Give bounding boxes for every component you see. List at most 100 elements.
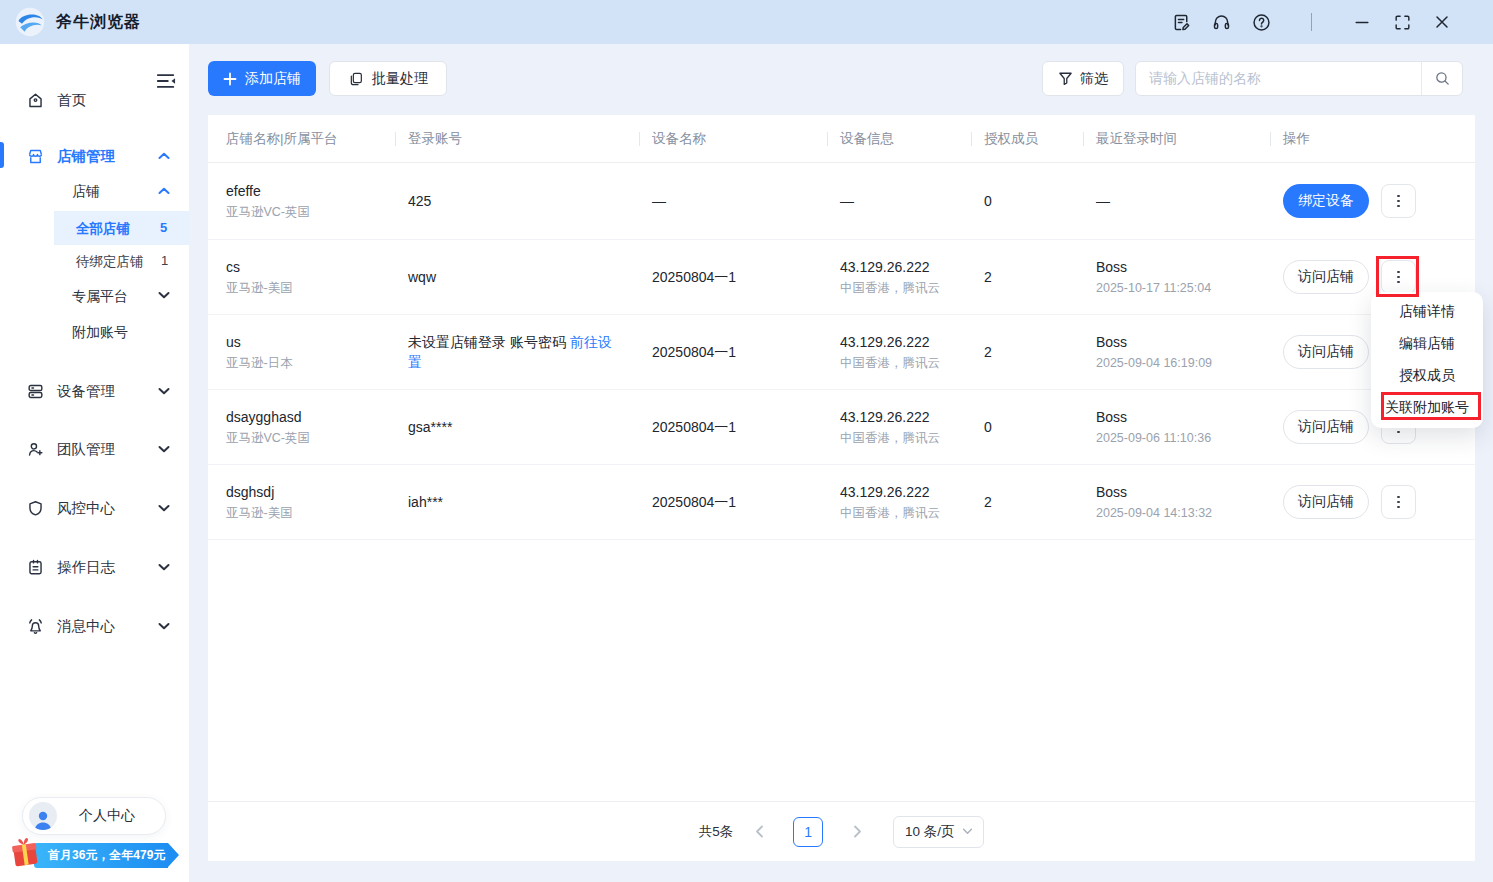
next-page-button[interactable] <box>847 825 867 838</box>
sidebar-item-op-logs[interactable]: 操作日志 <box>0 549 189 585</box>
device-ip: — <box>840 191 970 211</box>
menu-item-authorized-members[interactable]: 授权成员 <box>1371 360 1483 392</box>
store-platform: 亚马逊-美国 <box>226 280 394 298</box>
sidebar-item-label: 操作日志 <box>57 558 115 577</box>
page-number-button[interactable]: 1 <box>793 817 823 847</box>
col-header-name-platform: 店铺名称|所属平台 <box>226 130 408 148</box>
sidebar-item-label: 店铺管理 <box>57 147 115 166</box>
app-title: 斧牛浏览器 <box>56 12 141 33</box>
support-headset-icon[interactable] <box>1201 0 1241 44</box>
visit-store-button[interactable]: 访问店铺 <box>1283 335 1369 369</box>
visit-store-button[interactable]: 访问店铺 <box>1283 410 1369 444</box>
store-name: efeffe <box>226 181 394 201</box>
col-header-device-info: 设备信息 <box>840 130 984 148</box>
all-stores-count: 5 <box>160 220 167 235</box>
row-more-button[interactable] <box>1381 485 1416 519</box>
sidebar-item-store[interactable]: 店铺 <box>72 183 100 201</box>
table-header: 店铺名称|所属平台 登录账号 设备名称 设备信息 授权成员 最近登录时间 操作 <box>208 115 1475 163</box>
copy-icon <box>348 71 364 87</box>
help-icon[interactable] <box>1241 0 1281 44</box>
device-host: 中国香港，腾讯云 <box>840 355 970 373</box>
row-more-button[interactable] <box>1381 260 1416 294</box>
members-count: 2 <box>984 342 1082 362</box>
row-more-button[interactable] <box>1381 184 1416 218</box>
filter-label: 筛选 <box>1080 70 1108 88</box>
search-button[interactable] <box>1421 62 1462 95</box>
sidebar-item-team-mgmt[interactable]: 团队管理 <box>0 431 189 467</box>
last-login-user: Boss <box>1096 482 1269 502</box>
col-header-device-name: 设备名称 <box>652 130 840 148</box>
sidebar-item-extra-accounts[interactable]: 附加账号 <box>72 324 128 342</box>
chevron-up-icon <box>158 187 170 195</box>
chevron-down-icon <box>158 445 170 453</box>
last-login-user: — <box>1096 191 1269 211</box>
menu-item-store-details[interactable]: 店铺详情 <box>1371 296 1483 328</box>
goto-setup-link[interactable]: 前往设置 <box>408 334 612 370</box>
pending-stores-count: 1 <box>161 253 168 268</box>
search-icon <box>1434 70 1451 87</box>
store-search-input[interactable]: 请输入店铺的名称 <box>1135 61 1463 96</box>
sidebar-item-all-stores[interactable]: 全部店铺 <box>76 220 130 238</box>
table-row: cs亚马逊-美国wqw20250804一143.129.26.222中国香港，腾… <box>208 240 1475 315</box>
device-name: 20250804一1 <box>652 267 826 287</box>
login-account: 未设置店铺登录 账号密码 前往设置 <box>408 332 618 373</box>
row-actions-menu: 店铺详情 编辑店铺 授权成员 关联附加账号 <box>1371 292 1483 428</box>
prev-page-button[interactable] <box>749 825 769 838</box>
app-logo-icon <box>14 6 46 38</box>
bind-device-button[interactable]: 绑定设备 <box>1283 184 1369 218</box>
close-button[interactable] <box>1422 0 1462 44</box>
members-count: 0 <box>984 191 1082 211</box>
login-account: gsa**** <box>408 417 618 437</box>
col-header-members: 授权成员 <box>984 130 1096 148</box>
maximize-button[interactable] <box>1382 0 1422 44</box>
sidebar-item-msg-center[interactable]: 消息中心 <box>0 608 189 644</box>
visit-store-button[interactable]: 访问店铺 <box>1283 260 1369 294</box>
plus-icon <box>223 72 237 86</box>
add-store-button[interactable]: 添加店铺 <box>208 61 316 96</box>
sidebar-item-store-mgmt[interactable]: 店铺管理 <box>0 138 189 174</box>
chevron-down-icon <box>158 504 170 512</box>
personal-center-label: 个人中心 <box>79 807 135 825</box>
sidebar-item-label: 设备管理 <box>57 382 115 401</box>
table-row: dsaygghasd亚马逊VC-英国gsa****20250804一143.12… <box>208 390 1475 465</box>
menu-item-link-extra-account[interactable]: 关联附加账号 <box>1371 392 1483 424</box>
titlebar-divider <box>1311 13 1312 31</box>
visit-store-button[interactable]: 访问店铺 <box>1283 485 1369 519</box>
device-name: — <box>652 191 826 211</box>
table-row: us亚马逊-日本未设置店铺登录 账号密码 前往设置20250804一143.12… <box>208 315 1475 390</box>
storefront-icon <box>26 147 45 166</box>
stores-table: 店铺名称|所属平台 登录账号 设备名称 设备信息 授权成员 最近登录时间 操作 … <box>208 115 1475 861</box>
sidebar-item-risk-center[interactable]: 风控中心 <box>0 490 189 526</box>
last-login-time: 2025-10-17 11:25:04 <box>1096 280 1269 298</box>
login-account: 425 <box>408 191 618 211</box>
chevron-down-icon <box>158 387 170 395</box>
personal-center-button[interactable]: 个人中心 <box>22 797 166 835</box>
sidebar: 首页 店铺管理 店铺 全部店铺 5 待绑定店铺 1 专属平台 附加账号 <box>0 44 189 882</box>
feedback-note-icon[interactable] <box>1161 0 1201 44</box>
col-header-account: 登录账号 <box>408 130 652 148</box>
col-header-last-login: 最近登录时间 <box>1096 130 1283 148</box>
store-name: dsaygghasd <box>226 407 394 427</box>
device-host: 中国香港，腾讯云 <box>840 280 970 298</box>
promo-banner[interactable]: 首月36元，全年479元 <box>34 843 168 868</box>
sidebar-item-home[interactable]: 首页 <box>0 82 189 118</box>
sidebar-item-device-mgmt[interactable]: 设备管理 <box>0 373 189 409</box>
device-ip: 43.129.26.222 <box>840 482 970 502</box>
device-host: 中国香港，腾讯云 <box>840 430 970 448</box>
sidebar-item-label: 风控中心 <box>57 499 115 518</box>
devices-icon <box>26 382 45 401</box>
store-platform: 亚马逊VC-英国 <box>226 204 394 222</box>
sidebar-item-exclusive-platform[interactable]: 专属平台 <box>72 288 128 306</box>
page-size-select[interactable]: 10 条/页 <box>893 816 984 848</box>
last-login-time: 2025-09-06 11:10:36 <box>1096 430 1269 448</box>
minimize-button[interactable] <box>1342 0 1382 44</box>
search-placeholder: 请输入店铺的名称 <box>1149 70 1421 88</box>
store-name: us <box>226 332 394 352</box>
filter-button[interactable]: 筛选 <box>1042 61 1124 96</box>
team-icon <box>26 440 45 459</box>
sidebar-item-pending-stores[interactable]: 待绑定店铺 <box>76 253 144 271</box>
menu-item-edit-store[interactable]: 编辑店铺 <box>1371 328 1483 360</box>
titlebar: 斧牛浏览器 <box>0 0 1493 44</box>
batch-process-button[interactable]: 批量处理 <box>329 61 447 96</box>
log-icon <box>26 558 45 577</box>
